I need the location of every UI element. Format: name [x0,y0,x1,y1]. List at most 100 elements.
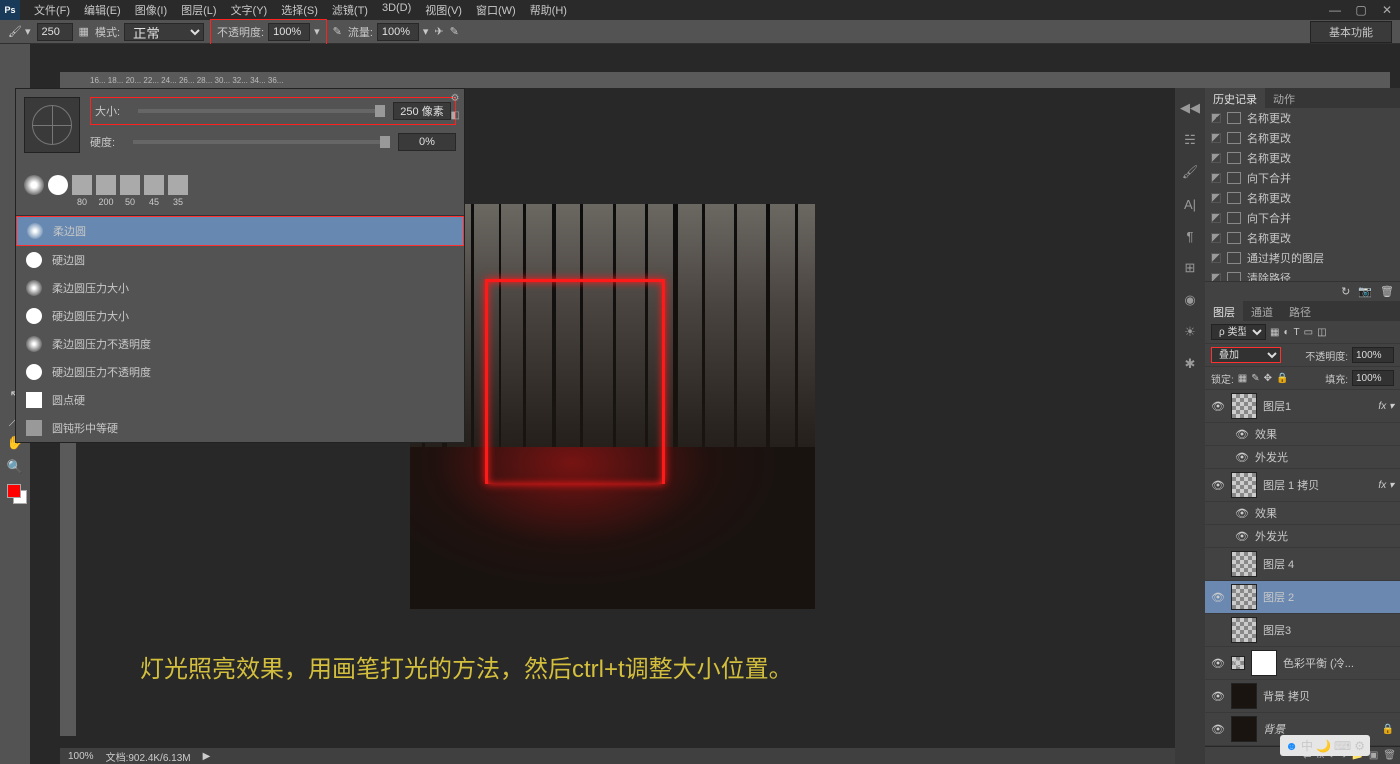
preset-thumb[interactable] [48,175,68,207]
blend-mode-layer-select[interactable]: 叠加 [1211,347,1281,363]
canvas-image[interactable] [410,204,815,609]
history-camera-icon[interactable]: 📷 [1358,285,1372,298]
visibility-toggle[interactable]: 👁 [1235,529,1249,543]
menu-file[interactable]: 文件(F) [28,0,76,20]
fx-badge[interactable]: fx ▾ [1378,480,1394,491]
panel-settings-icon[interactable]: ⚙ [451,93,460,104]
filter-adjust-icon[interactable]: ◐ [1283,327,1289,338]
paragraph-icon[interactable]: ¶ [1180,226,1200,246]
dock-collapse-icon[interactable]: ◀◀ [1180,98,1200,118]
history-item[interactable]: 名称更改 [1205,148,1400,168]
close-button[interactable]: ✕ [1374,1,1400,19]
filter-smart-icon[interactable]: ◫ [1317,327,1326,338]
layer-item[interactable]: 👁外发光 [1205,446,1400,469]
color-icon[interactable]: ◉ [1180,290,1200,310]
hardness-value[interactable] [398,133,456,151]
maximize-button[interactable]: ▢ [1348,1,1374,19]
visibility-toggle[interactable] [1211,623,1225,637]
character-icon[interactable]: A| [1180,194,1200,214]
channels-tab[interactable]: 通道 [1243,301,1281,321]
layer-opacity-field[interactable] [1352,347,1394,363]
layer-item[interactable]: 👁图层1fx ▾ [1205,390,1400,423]
menu-type[interactable]: 文字(Y) [225,0,274,20]
layer-item[interactable]: 图层 4 [1205,548,1400,581]
visibility-toggle[interactable]: 👁 [1235,450,1249,464]
actions-tab[interactable]: 动作 [1265,88,1303,108]
history-trash-icon[interactable]: 🗑 [1380,285,1394,298]
color-swatch[interactable] [7,484,23,500]
menu-window[interactable]: 窗口(W) [470,0,522,20]
visibility-toggle[interactable]: 👁 [1211,478,1225,492]
history-item[interactable]: 向下合并 [1205,208,1400,228]
layer-filter-select[interactable]: ρ 类型 [1211,324,1266,340]
brush-tip-preview[interactable] [24,97,80,153]
fx-badge[interactable]: fx ▾ [1378,401,1394,412]
pressure-size-icon[interactable]: ✎ [450,25,459,38]
history-item[interactable]: 名称更改 [1205,228,1400,248]
visibility-toggle[interactable]: 👁 [1211,399,1225,413]
layer-item[interactable]: 👁背景 拷贝 [1205,680,1400,713]
history-item[interactable]: 通过拷贝的图层 [1205,248,1400,268]
visibility-toggle[interactable]: 👁 [1211,722,1225,736]
styles-icon[interactable]: ✱ [1180,354,1200,374]
filter-pixel-icon[interactable]: ▦ [1270,327,1279,338]
brush-size-field[interactable] [37,23,73,41]
layer-item[interactable]: 👁效果 [1205,423,1400,446]
layer-item[interactable]: 👁外发光 [1205,525,1400,548]
preset-thumb[interactable]: 50 [120,175,140,207]
preset-thumb[interactable]: 200 [96,175,116,207]
menu-select[interactable]: 选择(S) [275,0,324,20]
size-slider[interactable] [138,109,385,113]
preset-thumb[interactable]: 80 [72,175,92,207]
clipboard-icon[interactable]: ☵ [1180,130,1200,150]
history-snapshot-icon[interactable]: ↻ [1341,285,1350,298]
menu-image[interactable]: 图像(I) [129,0,173,20]
filter-shape-icon[interactable]: ▭ [1304,327,1313,338]
delete-layer-icon[interactable]: 🗑 [1383,750,1396,761]
zoom-value[interactable]: 100% [68,751,94,762]
layer-item[interactable]: 👁图层 2 [1205,581,1400,614]
layers-tab[interactable]: 图层 [1205,301,1243,321]
lock-position-icon[interactable]: ✥ [1264,373,1272,384]
brush-presets-icon[interactable]: 🖌 [1180,162,1200,182]
visibility-toggle[interactable]: 👁 [1235,506,1249,520]
history-tab[interactable]: 历史记录 [1205,88,1265,108]
visibility-toggle[interactable]: 👁 [1235,427,1249,441]
visibility-toggle[interactable]: 👁 [1211,689,1225,703]
visibility-toggle[interactable]: 👁 [1211,590,1225,604]
workspace-switcher[interactable]: 基本功能 [1310,21,1392,43]
brush-list-item[interactable]: 圆钝形中等硬 [16,414,464,442]
history-item[interactable]: 名称更改 [1205,128,1400,148]
brush-list-item[interactable]: 硬边圆压力不透明度 [16,358,464,386]
new-preset-icon[interactable]: ◧ [451,110,460,121]
new-layer-icon[interactable]: ▣ [1369,750,1378,761]
opacity-dropdown-icon[interactable]: ▾ [314,25,320,38]
history-item[interactable]: 向下合并 [1205,168,1400,188]
airbrush-icon[interactable]: ✈ [434,25,443,38]
layer-item[interactable]: 👁图层 1 拷贝fx ▾ [1205,469,1400,502]
lock-all-icon[interactable]: 🔒 [1276,373,1288,384]
filter-type-icon[interactable]: T [1294,327,1300,338]
history-item[interactable]: 清除路径 [1205,268,1400,281]
menu-layer[interactable]: 图层(L) [175,0,222,20]
paths-tab[interactable]: 路径 [1281,301,1319,321]
brush-tool-icon[interactable]: 🖌 ▾ [8,25,31,38]
brush-list-item[interactable]: 圆点硬 [16,386,464,414]
brush-list-item[interactable]: 硬边圆压力大小 [16,302,464,330]
brush-preset-toggle[interactable]: ▦ [79,25,89,38]
visibility-toggle[interactable] [1211,557,1225,571]
swatches-icon[interactable]: ⊞ [1180,258,1200,278]
brush-list-item[interactable]: 柔边圆 [16,216,464,246]
pressure-opacity-icon[interactable]: ✎ [333,25,342,38]
hardness-slider[interactable] [133,140,390,144]
size-value[interactable] [393,102,451,120]
opacity-field[interactable] [268,23,310,41]
menu-3d[interactable]: 3D(D) [376,0,417,20]
ime-indicator[interactable]: ☻ 中 🌙 ⌨ ⚙ [1280,735,1370,756]
preset-thumb[interactable] [24,175,44,207]
lock-paint-icon[interactable]: ✎ [1251,373,1259,384]
minimize-button[interactable]: — [1322,1,1348,19]
history-item[interactable]: 名称更改 [1205,108,1400,128]
brush-list-item[interactable]: 硬边圆 [16,246,464,274]
menu-edit[interactable]: 编辑(E) [78,0,127,20]
